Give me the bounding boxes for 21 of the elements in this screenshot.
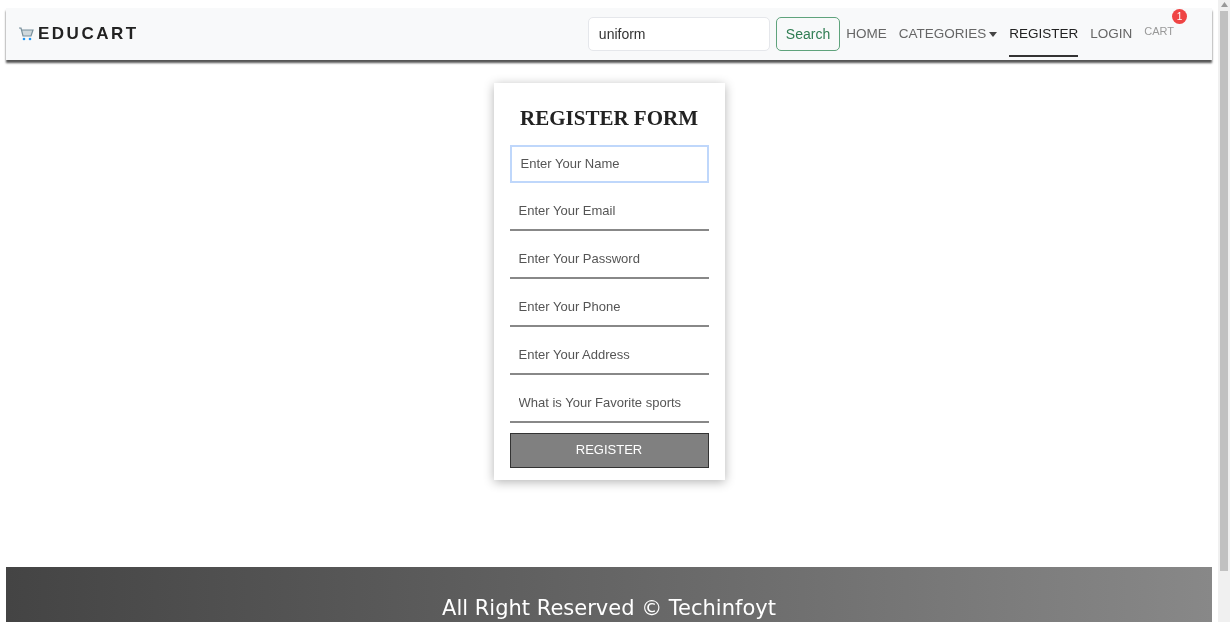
input-field[interactable]: Enter Your Phone (509, 288, 709, 327)
input-field[interactable]: Enter Your Address (509, 336, 709, 375)
nav-link[interactable]: CATEGORIES (898, 13, 998, 57)
nav-link[interactable]: REGISTER (1009, 13, 1079, 57)
input-field[interactable]: Enter Your Password (509, 240, 709, 279)
search-button[interactable]: Search (775, 17, 841, 51)
cart-icon (18, 26, 34, 42)
nav-link[interactable]: CART (1144, 25, 1174, 37)
scroll-up-icon[interactable] (1220, 2, 1228, 7)
register-button[interactable]: REGISTER (509, 432, 709, 468)
copyright-text: All Right Reserved © Techinfoyt (442, 595, 776, 622)
input-field[interactable]: Enter Your Email (509, 192, 709, 231)
input-field[interactable]: What is Your Favorite sports (509, 384, 709, 423)
brand-logo[interactable]: EDUCART (38, 21, 139, 47)
form-title: REGISTER FORM (519, 105, 699, 132)
nav-link[interactable]: HOME (846, 13, 887, 57)
caret-icon (989, 31, 998, 37)
search-field[interactable]: uniform (587, 17, 770, 51)
scrollbar-thumb[interactable] (1220, 11, 1228, 571)
cart-count-badge: 1 (1172, 9, 1187, 24)
nav-link[interactable]: LOGIN (1090, 13, 1133, 57)
